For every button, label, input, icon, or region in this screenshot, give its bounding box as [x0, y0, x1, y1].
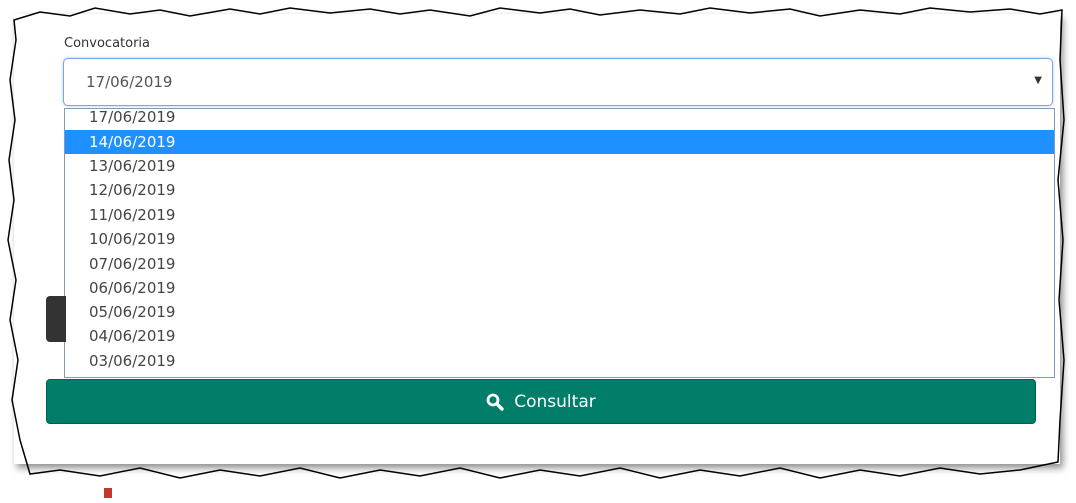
select-current-value: 17/06/2019	[86, 73, 173, 91]
convocatoria-label: Convocatoria	[64, 36, 151, 51]
consultar-button[interactable]: Consultar	[46, 379, 1036, 424]
dropdown-option-highlighted[interactable]: 14/06/2019	[65, 130, 1054, 154]
dropdown-option[interactable]: 13/06/2019	[65, 154, 1054, 178]
dropdown-option[interactable]: 05/06/2019	[65, 300, 1054, 324]
dropdown-option[interactable]: 10/06/2019	[65, 227, 1054, 251]
dropdown-option[interactable]: 07/06/2019	[65, 252, 1054, 276]
hidden-button[interactable]	[46, 296, 66, 342]
convocatoria-select[interactable]: 17/06/2019 ▼	[63, 58, 1053, 106]
dropdown-arrow-icon: ▼	[1034, 75, 1042, 86]
search-icon	[486, 393, 504, 411]
consultar-button-label: Consultar	[514, 391, 596, 412]
dropdown-option[interactable]: 17/06/2019	[65, 109, 1054, 129]
dropdown-option[interactable]: 06/06/2019	[65, 276, 1054, 300]
dropdown-option[interactable]: 04/06/2019	[65, 324, 1054, 348]
dropdown-list[interactable]: 17/06/2019 14/06/2019 13/06/2019 12/06/2…	[64, 108, 1055, 378]
dropdown-option[interactable]: 12/06/2019	[65, 178, 1054, 202]
dropdown-option[interactable]: 03/06/2019	[65, 349, 1054, 373]
background-fragment	[104, 488, 112, 498]
dropdown-option[interactable]: 11/06/2019	[65, 203, 1054, 227]
